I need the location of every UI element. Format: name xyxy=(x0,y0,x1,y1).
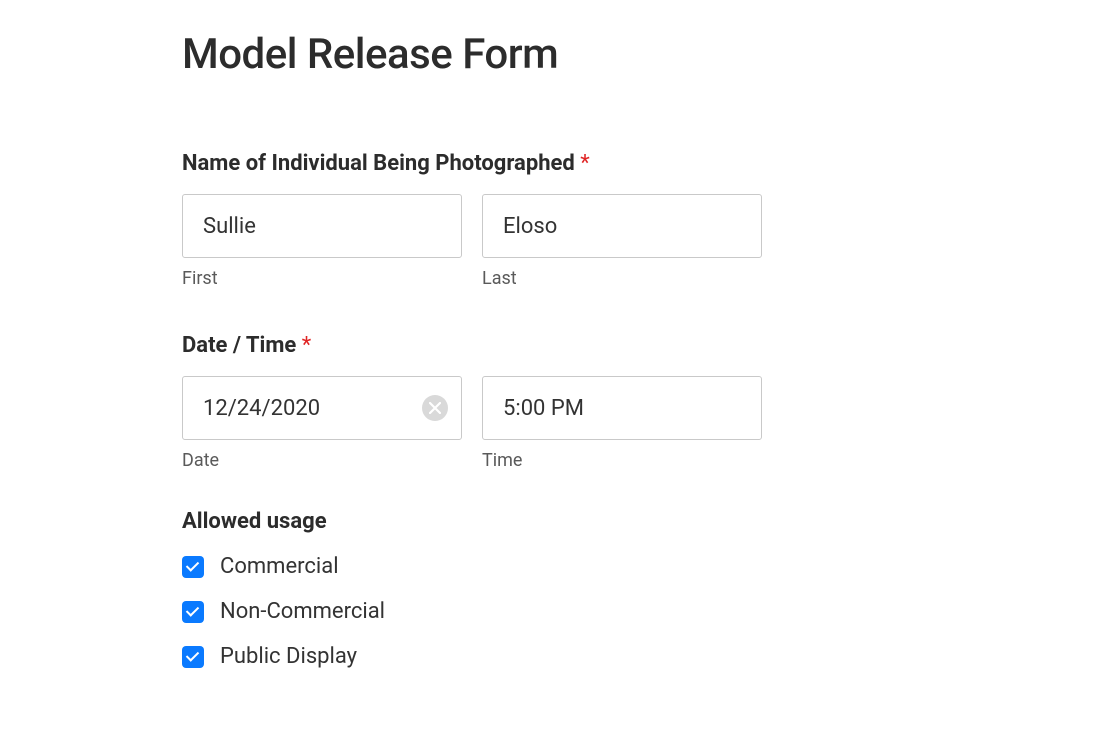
datetime-field-group: Date / Time * Date Time xyxy=(182,333,1116,471)
checkbox-row-public-display: Public Display xyxy=(182,644,1116,669)
name-label: Name of Individual Being Photographed * xyxy=(182,151,1116,176)
non-commercial-checkbox[interactable] xyxy=(182,601,204,623)
usage-field-group: Allowed usage Commercial Non-Commercial … xyxy=(182,509,1116,669)
last-name-sublabel: Last xyxy=(482,268,762,289)
form-title: Model Release Form xyxy=(182,30,1116,79)
non-commercial-label: Non-Commercial xyxy=(220,599,385,624)
checkbox-row-commercial: Commercial xyxy=(182,554,1116,579)
date-sublabel: Date xyxy=(182,450,462,471)
public-display-label: Public Display xyxy=(220,644,357,669)
last-name-input[interactable] xyxy=(482,194,762,258)
time-col: Time xyxy=(482,376,762,471)
required-mark: * xyxy=(580,151,589,176)
close-icon xyxy=(429,402,441,414)
time-input[interactable] xyxy=(482,376,762,440)
required-mark: * xyxy=(302,333,311,358)
name-field-group: Name of Individual Being Photographed * … xyxy=(182,151,1116,289)
date-input[interactable] xyxy=(182,376,462,440)
last-name-col: Last xyxy=(482,194,762,289)
public-display-checkbox[interactable] xyxy=(182,646,204,668)
checkbox-row-non-commercial: Non-Commercial xyxy=(182,599,1116,624)
usage-label: Allowed usage xyxy=(182,509,1116,534)
commercial-checkbox[interactable] xyxy=(182,556,204,578)
datetime-label: Date / Time * xyxy=(182,333,1116,358)
date-input-wrap xyxy=(182,376,462,440)
name-row: First Last xyxy=(182,194,1116,289)
first-name-sublabel: First xyxy=(182,268,462,289)
time-sublabel: Time xyxy=(482,450,762,471)
commercial-label: Commercial xyxy=(220,554,339,579)
first-name-input[interactable] xyxy=(182,194,462,258)
clear-date-button[interactable] xyxy=(422,395,448,421)
name-label-text: Name of Individual Being Photographed xyxy=(182,151,575,176)
first-name-col: First xyxy=(182,194,462,289)
datetime-row: Date Time xyxy=(182,376,1116,471)
date-col: Date xyxy=(182,376,462,471)
datetime-label-text: Date / Time xyxy=(182,333,296,358)
